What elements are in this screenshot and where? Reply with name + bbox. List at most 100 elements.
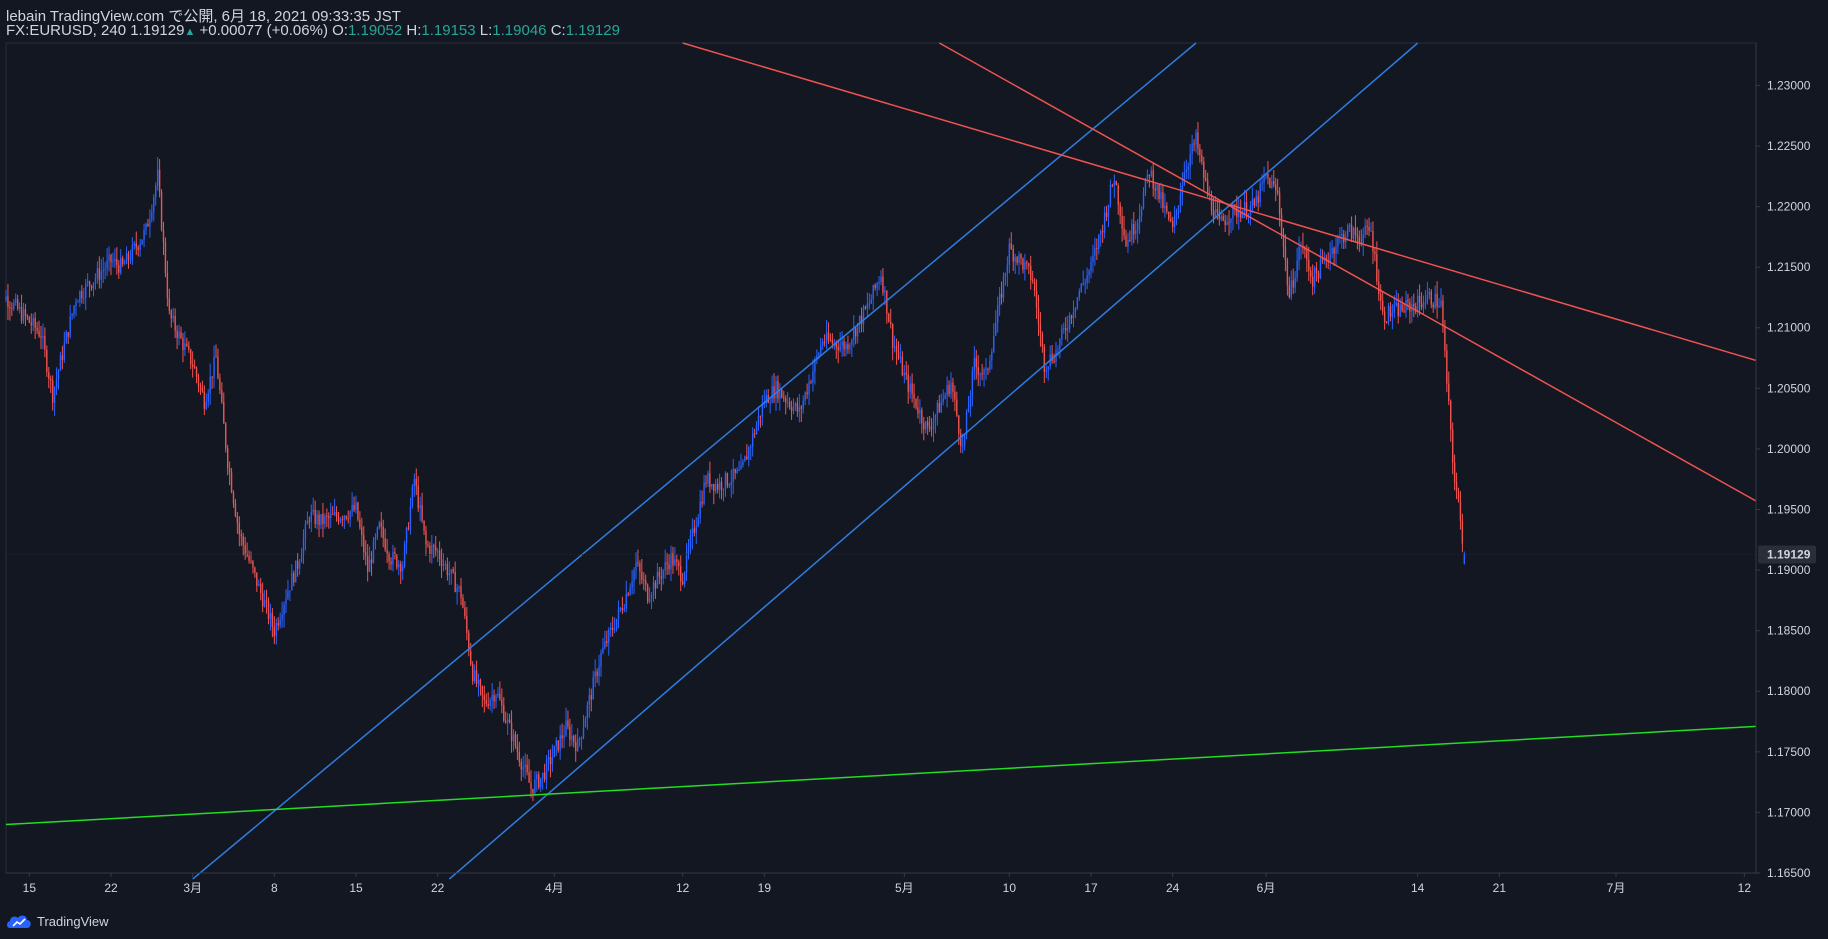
candle-body [40, 336, 42, 338]
candle-body [631, 581, 633, 588]
candle-body [571, 735, 573, 740]
candle-body [1115, 181, 1117, 186]
candle-body [409, 506, 412, 529]
candle-body [190, 349, 192, 365]
candle-body [823, 341, 826, 343]
time-axis[interactable]: 15 22 3月 8 15 22 4月 12 19 5月 10 17 24 6月 14 21 7月 12 [23, 873, 1752, 895]
candle-body [643, 579, 645, 581]
price-tick-label: 1.21000 [1767, 321, 1811, 335]
candle-body [1430, 291, 1432, 305]
candle-body [1193, 143, 1195, 145]
candle-body [991, 351, 993, 361]
candle-body [1383, 311, 1386, 322]
candle-body [59, 355, 62, 371]
last-price-value: 1.19129 [1767, 547, 1811, 561]
candle-body [1378, 281, 1380, 294]
candle-body [956, 399, 958, 416]
candle-body [938, 402, 941, 413]
candle-body [505, 720, 507, 723]
candle-body [619, 607, 622, 609]
candle-body [1191, 143, 1193, 155]
candle-body [518, 751, 521, 762]
candle-body [650, 594, 653, 599]
candle-body [77, 301, 79, 303]
candle-body [479, 679, 482, 687]
candle-body [1138, 216, 1141, 223]
candle-body [184, 343, 186, 350]
candle-body [429, 545, 431, 554]
candle-body [475, 670, 478, 684]
candle-body [225, 423, 227, 449]
candle-body [897, 352, 900, 358]
candle-body [1438, 305, 1440, 307]
candle-body [275, 623, 277, 637]
candle-body [1370, 230, 1372, 232]
candle-body [709, 473, 711, 488]
candle-body [588, 695, 591, 705]
candle-body [995, 322, 997, 336]
candle-body [436, 550, 439, 552]
candle-body [96, 268, 99, 279]
candle-body [1212, 210, 1215, 218]
candle-body [998, 293, 1001, 306]
candle-body [223, 401, 225, 424]
candle-body [707, 473, 709, 484]
candle-body [783, 397, 785, 399]
candle-body [316, 514, 318, 525]
candle-body [304, 524, 307, 539]
candle-body [201, 387, 204, 392]
candle-body [534, 779, 536, 794]
candle-body [547, 757, 550, 760]
candle-body [627, 593, 629, 595]
candle-body [277, 623, 279, 626]
candle-body [536, 774, 538, 780]
candle-body [845, 344, 847, 350]
price-axis[interactable]: 1.16500 1.17000 1.17500 1.18000 1.18500 1.190… [1756, 78, 1811, 880]
candle-body [1220, 216, 1222, 220]
tradingview-cloud-icon [7, 915, 31, 928]
candle-body [853, 328, 855, 340]
candle-body [985, 368, 987, 370]
candle-body [1224, 220, 1226, 225]
price-chart[interactable]: 1.16500 1.17000 1.17500 1.18000 1.18500 1.190… [0, 0, 1828, 939]
candle-body [884, 290, 886, 293]
candle-body [1065, 328, 1067, 331]
candle-body [34, 318, 36, 328]
candle-body [633, 569, 635, 582]
candle-body [318, 514, 320, 525]
candle-body [162, 229, 165, 243]
candle-body [98, 268, 101, 280]
candle-body [1090, 261, 1092, 271]
candle-body [847, 344, 849, 350]
candle-body [203, 391, 206, 409]
candle-body [1455, 482, 1458, 492]
candle-body [720, 481, 723, 490]
footer-brand[interactable]: TradingView [6, 912, 109, 930]
price-tick-label: 1.20500 [1767, 381, 1811, 395]
candle-body [481, 686, 484, 696]
time-tick-label: 17 [1084, 881, 1098, 895]
candle-body [872, 285, 874, 300]
candle-body [662, 570, 664, 579]
candle-body [1177, 205, 1180, 211]
candle-body [42, 335, 44, 338]
time-tick-label: 12 [1738, 881, 1752, 895]
candle-body [131, 245, 134, 260]
candle-body [403, 543, 406, 567]
candle-body [221, 390, 223, 402]
candle-body [13, 302, 15, 309]
candle-body [396, 555, 398, 568]
candle-body [234, 503, 237, 517]
time-tick-label: 24 [1166, 881, 1180, 895]
chart-plot-area[interactable] [5, 42, 1757, 874]
candle-body [1158, 184, 1160, 200]
candle-body [880, 276, 882, 283]
candle-body [287, 591, 289, 599]
candle-body [794, 403, 797, 407]
time-tick-label: 3月 [183, 881, 202, 895]
candle-body [672, 552, 674, 566]
candle-body [415, 479, 417, 486]
candle-body [681, 581, 684, 585]
candle-body [1047, 366, 1049, 370]
candle-body [1063, 328, 1065, 330]
